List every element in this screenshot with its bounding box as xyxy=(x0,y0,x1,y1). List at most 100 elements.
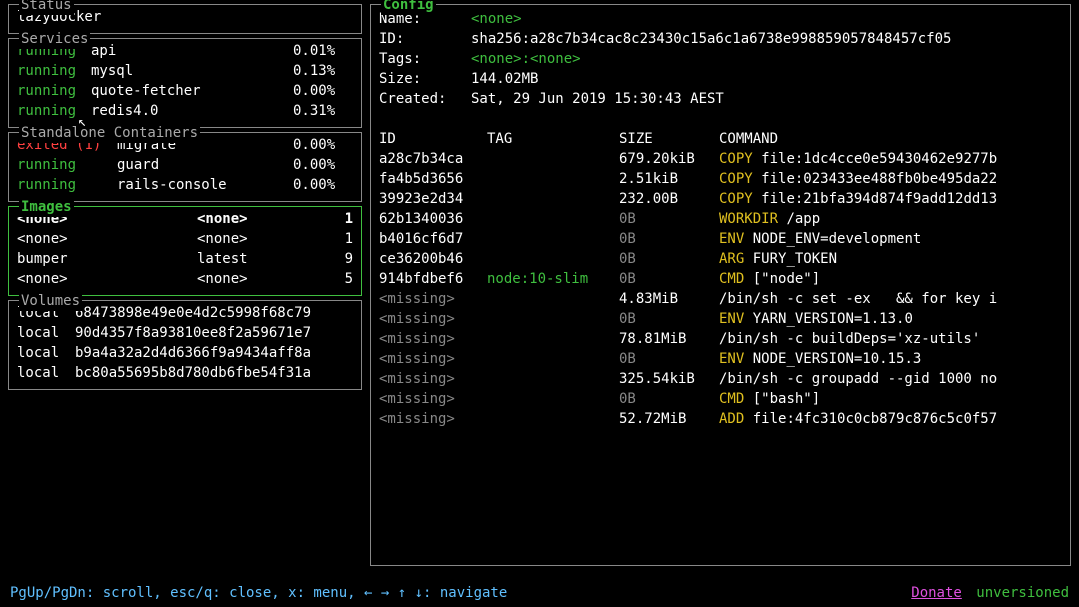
history-command: CMD ["bash"] xyxy=(719,389,1062,409)
services-panel[interactable]: Services runningapi0.01%runningmysql0.13… xyxy=(8,38,362,128)
history-command: CMD ["node"] xyxy=(719,269,1062,289)
history-size: 0B xyxy=(619,249,719,269)
history-row: <missing>78.81MiB/bin/sh -c buildDeps='x… xyxy=(379,329,1062,349)
image-row[interactable]: bumperlatest9 xyxy=(17,249,353,269)
image-repo: <none> xyxy=(17,229,197,249)
volume-row[interactable]: localbc80a55695b8d780db6fbe54f31a xyxy=(17,363,353,383)
history-tag xyxy=(487,169,619,189)
config-size: Size: 144.02MB xyxy=(379,69,1062,89)
history-id: <missing> xyxy=(379,369,487,389)
left-column: Status lazydocker Services runningapi0.0… xyxy=(0,0,370,580)
volume-driver: local xyxy=(17,323,75,343)
service-status: running xyxy=(17,81,91,101)
history-command: WORKDIR /app xyxy=(719,209,1062,229)
history-size: 0B xyxy=(619,309,719,329)
volume-row[interactable]: local90d4357f8a93810ee8f2a59671e7 xyxy=(17,323,353,343)
history-tag xyxy=(487,249,619,269)
history-row: <missing> 0BENV NODE_VERSION=10.15.3 xyxy=(379,349,1062,369)
history-tag xyxy=(487,329,619,349)
history-row: fa4b5d36562.51kiBCOPY file:023433ee488fb… xyxy=(379,169,1062,189)
images-panel[interactable]: Images <none><none>1<none><none>1bumperl… xyxy=(8,206,362,296)
image-count: 5 xyxy=(307,269,353,289)
volume-name: b9a4a32a2d4d6366f9a9434aff8a xyxy=(75,343,353,363)
volumes-panel-title: Volumes xyxy=(19,291,82,311)
service-status: running xyxy=(17,61,91,81)
history-size: 679.20kiB xyxy=(619,149,719,169)
history-tag xyxy=(487,309,619,329)
image-count: 1 xyxy=(307,209,353,229)
services-panel-title: Services xyxy=(19,29,90,49)
history-id: 62b1340036 xyxy=(379,209,487,229)
service-row[interactable]: runningquote-fetcher0.00% xyxy=(17,81,353,101)
history-size: 0B xyxy=(619,229,719,249)
volume-row[interactable]: localb9a4a32a2d4d6366f9a9434aff8a xyxy=(17,343,353,363)
history-row: <missing>52.72MiBADD file:4fc310c0cb879c… xyxy=(379,409,1062,429)
config-created: Created: Sat, 29 Jun 2019 15:30:43 AEST xyxy=(379,89,1062,109)
container-cpu: 0.00% xyxy=(293,135,353,155)
config-panel[interactable]: Config Name: <none> ID: sha256:a28c7b34c… xyxy=(370,4,1071,566)
right-column: Config Name: <none> ID: sha256:a28c7b34c… xyxy=(370,0,1079,580)
containers-panel-title: Standalone Containers xyxy=(19,123,200,143)
history-command: /bin/sh -c buildDeps='xz-utils' xyxy=(719,329,1062,349)
version-text: unversioned xyxy=(976,585,1069,601)
service-cpu: 0.01% xyxy=(293,41,353,61)
history-id: <missing> xyxy=(379,289,487,309)
history-size: 232.00B xyxy=(619,189,719,209)
history-command: ARG FURY_TOKEN xyxy=(719,249,1062,269)
history-id: a28c7b34ca xyxy=(379,149,487,169)
service-name: mysql xyxy=(91,61,293,81)
service-cpu: 0.00% xyxy=(293,81,353,101)
history-row: <missing>325.54kiB/bin/sh -c groupadd --… xyxy=(379,369,1062,389)
history-row: a28c7b34ca679.20kiBCOPY file:1dc4cce0e59… xyxy=(379,149,1062,169)
history-id: ce36200b46 xyxy=(379,249,487,269)
image-row[interactable]: <none><none>1 xyxy=(17,229,353,249)
container-status: running xyxy=(17,175,117,195)
service-cpu: 0.13% xyxy=(293,61,353,81)
history-header: ID TAG SIZE COMMAND xyxy=(379,129,1062,149)
volume-driver: local xyxy=(17,343,75,363)
history-tag xyxy=(487,189,619,209)
footer-help: PgUp/PgDn: scroll, esc/q: close, x: menu… xyxy=(10,583,507,603)
status-panel-title: Status xyxy=(19,0,74,15)
service-row[interactable]: runningmysql0.13% xyxy=(17,61,353,81)
history-command: ENV NODE_ENV=development xyxy=(719,229,1062,249)
service-row[interactable]: runningredis4.00.31% xyxy=(17,101,353,121)
volumes-panel[interactable]: Volumes local68473898e49e0e4d2c5998f68c7… xyxy=(8,300,362,390)
service-name: quote-fetcher xyxy=(91,81,293,101)
history-size: 325.54kiB xyxy=(619,369,719,389)
service-status: running xyxy=(17,101,91,121)
image-count: 9 xyxy=(307,249,353,269)
history-command: ADD file:4fc310c0cb879c876c5c0f57 xyxy=(719,409,1062,429)
donate-link[interactable]: Donate xyxy=(911,585,962,601)
config-tags: Tags: <none>:<none> xyxy=(379,49,1062,69)
volume-name: 90d4357f8a93810ee8f2a59671e7 xyxy=(75,323,353,343)
container-name: guard xyxy=(117,155,293,175)
config-name: Name: <none> xyxy=(379,9,1062,29)
history-command: ENV NODE_VERSION=10.15.3 xyxy=(719,349,1062,369)
image-repo: <none> xyxy=(17,269,197,289)
container-row[interactable]: runningguard0.00% xyxy=(17,155,353,175)
history-tag xyxy=(487,289,619,309)
history-size: 0B xyxy=(619,349,719,369)
history-id: <missing> xyxy=(379,349,487,369)
history-id: 39923e2d34 xyxy=(379,189,487,209)
history-id: <missing> xyxy=(379,329,487,349)
image-row[interactable]: <none><none>5 xyxy=(17,269,353,289)
history-row: 39923e2d34232.00BCOPY file:21bfa394d874f… xyxy=(379,189,1062,209)
history-row: <missing> 0BENV YARN_VERSION=1.13.0 xyxy=(379,309,1062,329)
history-id: <missing> xyxy=(379,309,487,329)
container-name: rails-console xyxy=(117,175,293,195)
image-tag: <none> xyxy=(197,229,307,249)
history-size: 0B xyxy=(619,389,719,409)
container-status: running xyxy=(17,155,117,175)
service-name: redis4.0 xyxy=(91,101,293,121)
history-size: 4.83MiB xyxy=(619,289,719,309)
image-repo: bumper xyxy=(17,249,197,269)
containers-panel[interactable]: Standalone Containers exited (1)migrate0… xyxy=(8,132,362,202)
container-row[interactable]: runningrails-console0.00% xyxy=(17,175,353,195)
history-size: 2.51kiB xyxy=(619,169,719,189)
history-command: ENV YARN_VERSION=1.13.0 xyxy=(719,309,1062,329)
history-id: <missing> xyxy=(379,389,487,409)
history-row: ce36200b46 0BARG FURY_TOKEN xyxy=(379,249,1062,269)
history-tag xyxy=(487,209,619,229)
